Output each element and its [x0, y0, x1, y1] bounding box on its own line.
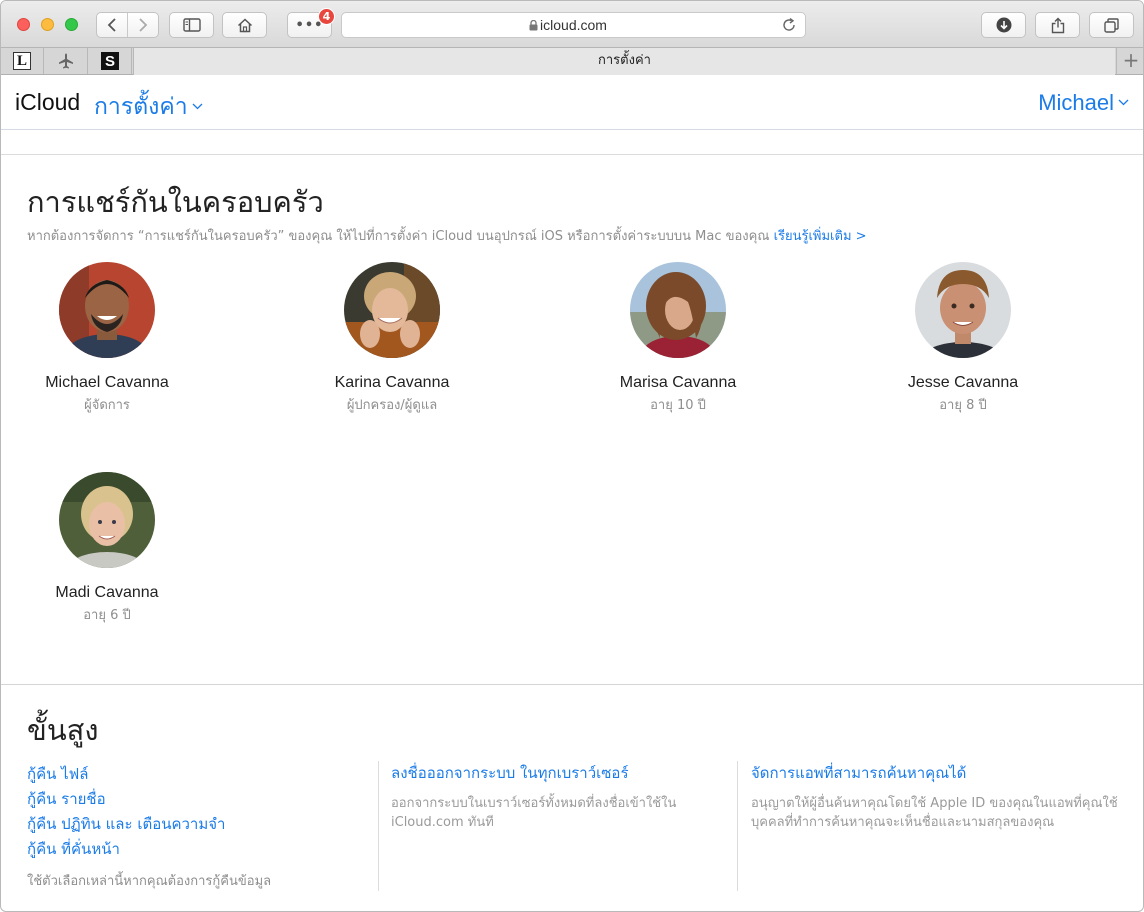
- back-button[interactable]: [97, 13, 127, 37]
- advanced-title: ขั้นสูง: [27, 713, 99, 747]
- avatar[interactable]: [915, 262, 1011, 358]
- favorite-s-tab[interactable]: S: [89, 48, 132, 74]
- member-role: อายุ 6 ปี: [83, 608, 131, 623]
- restore-options: กู้คืน ไฟล์ กู้คืน รายชื่อ กู้คืน ปฏิทิน…: [27, 762, 271, 891]
- family-sharing-description: หากต้องการจัดการ “การแชร์กันในครอบครัว” …: [27, 225, 867, 246]
- signout-all-browsers-link[interactable]: ลงชื่อออกจากระบบ ในทุกเบราว์เซอร์: [391, 762, 731, 784]
- restore-calendars-link[interactable]: กู้คืน ปฏิทิน และ เตือนความจำ: [27, 812, 271, 837]
- minimize-window-button[interactable]: [41, 18, 54, 31]
- tab-bar: L S การตั้งค่า +: [1, 48, 1143, 75]
- airplane-icon: [59, 53, 73, 69]
- share-button[interactable]: [1035, 12, 1080, 38]
- favorite-l-icon: L: [13, 52, 31, 70]
- notification-badge: 4: [318, 8, 335, 25]
- new-tab-button[interactable]: +: [1116, 48, 1143, 74]
- member-name: Karina Cavanna: [334, 374, 450, 391]
- avatar[interactable]: [630, 262, 726, 358]
- sidebar-button[interactable]: [169, 12, 214, 38]
- tabs-icon: [1104, 17, 1119, 33]
- browser-toolbar: ••• 4 icloud.com: [1, 1, 1143, 48]
- family-description-text: หากต้องการจัดการ “การแชร์กันในครอบครัว” …: [27, 229, 770, 244]
- member-name: Jesse Cavanna: [907, 374, 1019, 391]
- home-button[interactable]: [222, 12, 267, 38]
- downloads-button[interactable]: [981, 12, 1026, 38]
- icloud-header: iCloud การตั้งค่า Michael: [1, 75, 1143, 130]
- sidebar-icon: [182, 18, 201, 32]
- section-divider: [1, 684, 1143, 685]
- close-window-button[interactable]: [17, 18, 30, 31]
- icloud-brand[interactable]: iCloud: [15, 89, 80, 116]
- family-member[interactable]: Jesse Cavanna อายุ 8 ปี: [853, 262, 1073, 415]
- user-name: Michael: [1038, 90, 1114, 115]
- restore-bookmarks-link[interactable]: กู้คืน ที่คั่นหน้า: [27, 837, 271, 862]
- family-member[interactable]: Karina Cavanna ผู้ปกครอง/ผู้ดูแล: [282, 262, 502, 415]
- family-member[interactable]: Marisa Cavanna อายุ 10 ปี: [568, 262, 788, 415]
- restore-files-link[interactable]: กู้คืน ไฟล์: [27, 762, 271, 787]
- apps-lookup-description: อนุญาตให้ผู้อื่นค้นหาคุณโดยใช้ Apple ID …: [751, 796, 1118, 830]
- favorite-s-icon: S: [101, 52, 119, 70]
- plus-icon: +: [1122, 48, 1140, 72]
- address-bar[interactable]: icloud.com: [341, 12, 806, 38]
- chevron-right-icon: [139, 18, 148, 32]
- family-sharing-title: การแชร์กันในครอบครัว: [27, 185, 324, 219]
- favorite-l-tab[interactable]: L: [1, 48, 44, 74]
- member-role: อายุ 8 ปี: [939, 398, 987, 413]
- family-member[interactable]: Michael Cavanna ผู้จัดการ: [1, 262, 217, 415]
- zoom-window-button[interactable]: [65, 18, 78, 31]
- member-name: Michael Cavanna: [45, 374, 169, 391]
- signout-option: ลงชื่อออกจากระบบ ในทุกเบราว์เซอร์ ออกจาก…: [391, 762, 731, 832]
- browser-window: ••• 4 icloud.com L S การตั้งค่า + iCloud…: [0, 0, 1144, 912]
- share-icon: [1051, 17, 1064, 33]
- app-switcher-label: การตั้งค่า: [94, 94, 188, 120]
- column-divider: [737, 761, 738, 891]
- chevron-down-icon: [192, 103, 203, 110]
- app-switcher-menu[interactable]: การตั้งค่า: [94, 89, 203, 125]
- history-nav: [96, 12, 159, 38]
- favorite-plane-tab[interactable]: [45, 48, 88, 74]
- chevron-left-icon: [107, 18, 116, 32]
- restore-contacts-link[interactable]: กู้คืน รายชื่อ: [27, 787, 271, 812]
- avatar[interactable]: [59, 262, 155, 358]
- column-divider: [378, 761, 379, 891]
- url-text: icloud.com: [540, 17, 607, 33]
- avatar[interactable]: [344, 262, 440, 358]
- learn-more-link[interactable]: เรียนรู้เพิ่มเติม >: [774, 229, 867, 244]
- home-icon: [237, 17, 252, 32]
- forward-button[interactable]: [127, 13, 158, 37]
- restore-note: ใช้ตัวเลือกเหล่านี้หากคุณต้องการกู้คืนข้…: [27, 874, 272, 889]
- tab-overview-button[interactable]: [1089, 12, 1134, 38]
- chevron-down-icon: [1118, 99, 1129, 106]
- member-name: Madi Cavanna: [55, 584, 159, 601]
- reload-icon[interactable]: [781, 17, 797, 33]
- member-role: ผู้จัดการ: [84, 398, 130, 413]
- member-role: ผู้ปกครอง/ผู้ดูแล: [346, 398, 438, 413]
- header-divider: [1, 154, 1143, 155]
- signout-description: ออกจากระบบในเบราว์เซอร์ทั้งหมดที่ลงชื่อเ…: [391, 796, 677, 830]
- download-icon: [996, 17, 1011, 33]
- apps-lookup-option: จัดการแอพที่สามารถค้นหาคุณได้ อนุญาตให้ผ…: [751, 762, 1131, 832]
- member-role: อายุ 10 ปี: [650, 398, 706, 413]
- manage-apps-link[interactable]: จัดการแอพที่สามารถค้นหาคุณได้: [751, 762, 1131, 784]
- member-name: Marisa Cavanna: [619, 374, 737, 391]
- active-tab[interactable]: การตั้งค่า: [133, 48, 1115, 75]
- family-member[interactable]: Madi Cavanna อายุ 6 ปี: [1, 472, 217, 625]
- user-menu[interactable]: Michael: [1038, 90, 1129, 116]
- avatar[interactable]: [59, 472, 155, 568]
